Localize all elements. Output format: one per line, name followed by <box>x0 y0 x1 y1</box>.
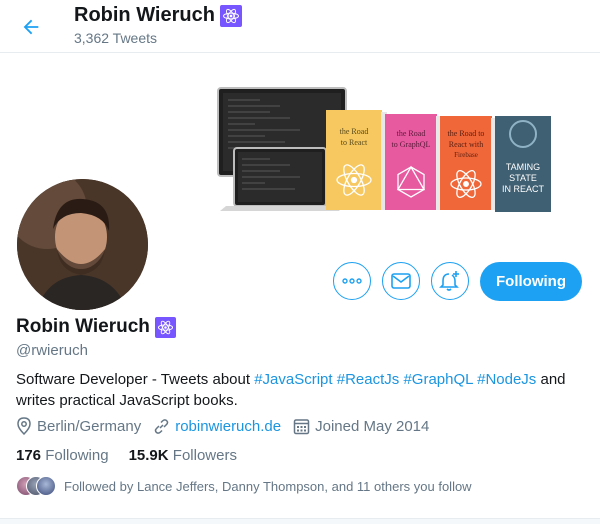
hashtag-link[interactable]: #GraphQL <box>403 371 473 388</box>
hashtag-link[interactable]: #NodeJs <box>477 371 536 388</box>
back-button[interactable] <box>14 10 48 44</box>
profile-avatar[interactable] <box>14 176 151 313</box>
svg-text:the Road: the Road <box>397 129 426 138</box>
following-button[interactable]: Following <box>480 262 582 301</box>
joined-text: Joined May 2014 <box>315 417 430 435</box>
profile-handle: @rwieruch <box>16 342 88 359</box>
website-link[interactable]: robinwieruch.de <box>175 418 281 435</box>
location-text: Berlin/Germany <box>37 417 142 435</box>
website-item: robinwieruch.de <box>153 418 281 435</box>
following-label: Following <box>45 447 109 464</box>
hashtag-link[interactable]: #JavaScript <box>254 371 332 388</box>
notify-button[interactable] <box>431 262 469 300</box>
bio-text: and <box>536 371 566 388</box>
svg-text:React with: React with <box>449 140 483 149</box>
svg-text:Firebase: Firebase <box>454 151 478 159</box>
profile-meta: Berlin/Germany robinwieruch.de Joined Ma… <box>16 417 441 435</box>
book-road-to-react-firebase: the Road to React with Firebase <box>440 116 497 210</box>
header-name: Robin Wieruch <box>74 4 215 26</box>
svg-text:to GraphQL: to GraphQL <box>392 140 431 149</box>
arrow-left-icon <box>23 19 39 35</box>
location-item: Berlin/Germany <box>16 417 141 435</box>
bell-plus-icon <box>439 271 459 291</box>
followers-count-link[interactable]: 15.9K Followers <box>129 447 237 464</box>
following-count: 176 <box>16 447 42 464</box>
book-road-to-graphql: the Road to GraphQL <box>385 114 442 210</box>
calendar-icon <box>293 418 310 434</box>
svg-text:IN REACT: IN REACT <box>502 184 545 194</box>
followers-count: 15.9K <box>128 447 169 464</box>
hashtag-link[interactable]: #ReactJs <box>337 371 400 388</box>
joined-item: Joined May 2014 <box>293 418 429 435</box>
follow-counts: 176 Following 15.9K Followers <box>16 447 257 464</box>
followers-label: Followers <box>172 447 237 464</box>
followed-by-text: Followed by Lance Jeffers, Danny Thompso… <box>64 478 472 494</box>
tweet-count: 3,362 Tweets <box>74 30 158 46</box>
book-road-to-react: the Road to React <box>326 110 387 210</box>
location-pin-icon <box>17 417 31 435</box>
profile-header: Robin Wieruch 3,362 Tweets <box>0 0 600 53</box>
profile-name: Robin Wieruch <box>16 316 150 337</box>
book-taming-the-state: TAMING STATE IN REACT <box>495 116 551 212</box>
followed-by-row[interactable]: Followed by Lance Jeffers, Danny Thompso… <box>16 476 472 496</box>
section-divider <box>0 518 600 524</box>
react-badge-icon <box>219 4 242 27</box>
message-button[interactable] <box>382 262 420 300</box>
bio-text: Software Developer - Tweets about <box>16 371 255 388</box>
profile-name-row: Robin Wieruch <box>16 316 176 338</box>
svg-text:TAMING: TAMING <box>506 162 540 172</box>
svg-text:STATE: STATE <box>509 173 537 183</box>
avatar <box>36 476 56 496</box>
avatar-photo <box>17 179 148 310</box>
link-icon <box>154 418 169 434</box>
following-count-link[interactable]: 176 Following <box>16 447 109 464</box>
profile-bio: Software Developer - Tweets about #JavaS… <box>16 369 586 411</box>
follower-avatars <box>16 476 56 496</box>
svg-text:the Road: the Road <box>340 127 369 136</box>
more-button[interactable] <box>333 262 371 300</box>
svg-text:to React: to React <box>341 138 368 147</box>
svg-text:the Road to: the Road to <box>448 129 485 138</box>
header-title: Robin Wieruch <box>74 4 242 27</box>
more-dots-icon <box>342 278 362 284</box>
envelope-icon <box>391 273 411 289</box>
bio-text: writes practical JavaScript books. <box>16 392 238 409</box>
react-badge-icon <box>154 316 176 338</box>
